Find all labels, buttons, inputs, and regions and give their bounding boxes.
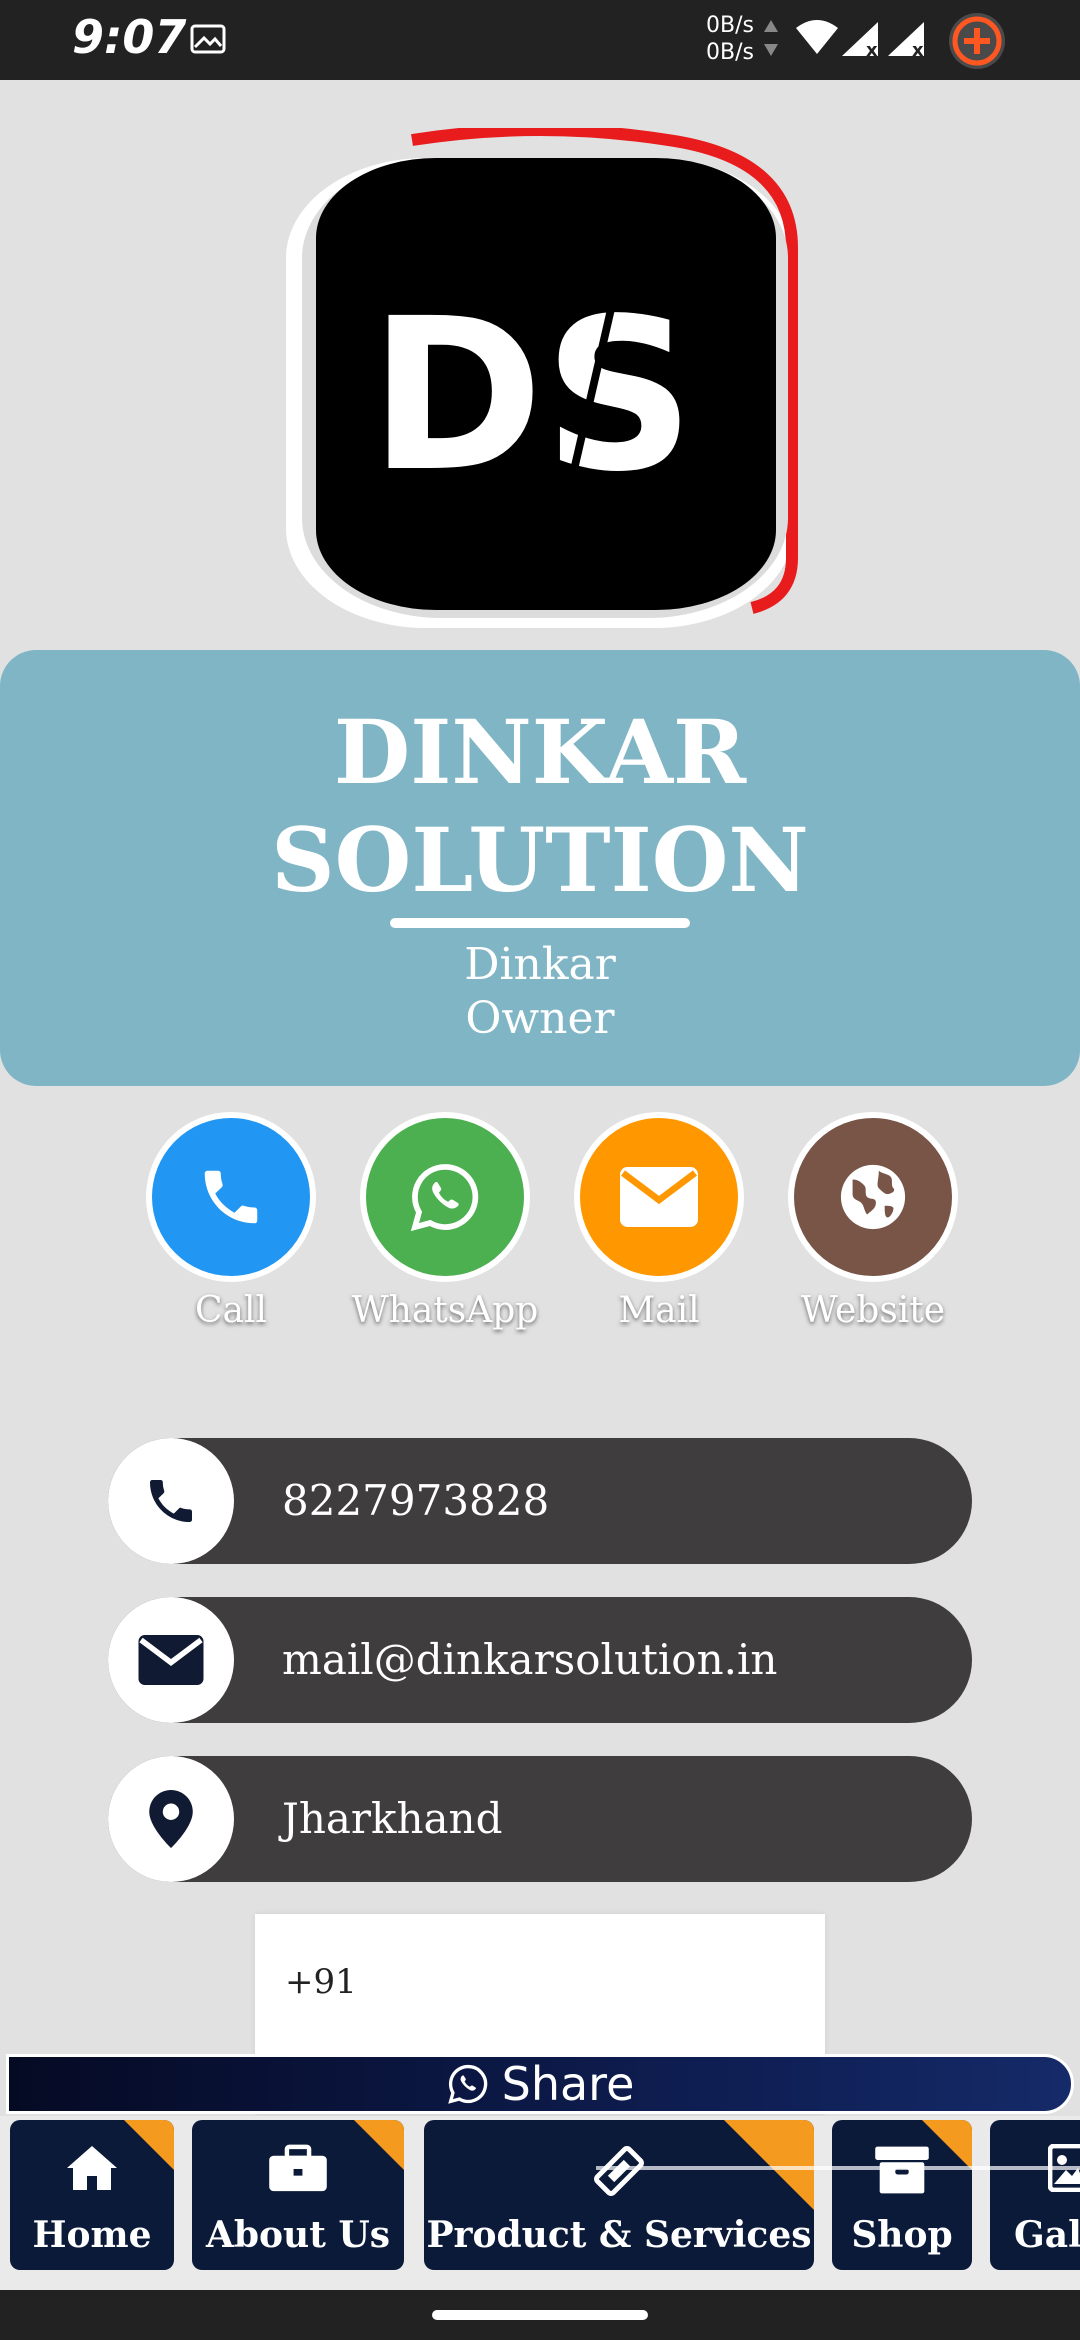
nav-product-services[interactable]: Product & Services <box>424 2120 814 2270</box>
whatsapp-action[interactable]: WhatsApp <box>352 1112 538 1352</box>
home-icon <box>10 2144 174 2192</box>
svg-text:x: x <box>912 40 924 58</box>
svg-text:x: x <box>866 40 878 58</box>
speed-down: 0B/s <box>706 40 754 65</box>
phone-icon[interactable] <box>146 1112 316 1282</box>
website-action[interactable]: Website <box>788 1112 958 1352</box>
contact-phone: 8227973828 <box>282 1476 550 1525</box>
nav-home[interactable]: Home <box>10 2120 174 2270</box>
briefcase-icon <box>192 2144 404 2194</box>
nav-shop[interactable]: Shop <box>832 2120 972 2270</box>
nav-about-us[interactable]: About Us <box>192 2120 404 2270</box>
bottom-nav: Home About Us Product & Services Shop Ga… <box>0 2116 1080 2290</box>
nav-home-label: Home <box>32 2214 152 2256</box>
company-name: DINKAR SOLUTION <box>0 698 1080 914</box>
country-code: +91 <box>285 1962 357 2002</box>
mail-label: Mail <box>618 1290 700 1331</box>
call-action[interactable]: Call <box>146 1112 316 1352</box>
contact-location: Jharkhand <box>282 1794 503 1843</box>
phone-icon <box>108 1438 234 1564</box>
screen-record-icon <box>946 10 1008 76</box>
contact-email-row[interactable]: mail@dinkarsolution.in <box>108 1597 972 1723</box>
company-name-line1: DINKAR <box>333 700 747 804</box>
nav-gallery-label: Gall <box>1014 2214 1080 2256</box>
box-icon <box>832 2144 972 2196</box>
mail-icon <box>108 1597 234 1723</box>
contact-location-row[interactable]: Jharkhand <box>108 1756 972 1882</box>
wifi-icon <box>794 18 840 60</box>
person-role: Owner <box>465 993 615 1044</box>
logo-text: DS <box>369 273 695 518</box>
image-icon <box>190 24 226 58</box>
home-gesture-bar[interactable] <box>432 2310 648 2320</box>
company-name-line2: SOLUTION <box>271 808 809 912</box>
status-bar: 9:07 0B/s 0B/s x x <box>0 0 1080 80</box>
contact-email: mail@dinkarsolution.in <box>282 1635 778 1684</box>
whatsapp-icon <box>447 2064 487 2104</box>
divider <box>390 918 690 928</box>
signal-icon: x <box>886 20 928 62</box>
nav-about-us-label: About Us <box>205 2214 391 2256</box>
ticket-icon <box>424 2144 814 2198</box>
share-button[interactable]: Share <box>6 2054 1074 2114</box>
signal-icon: x <box>840 20 882 62</box>
call-label: Call <box>194 1290 268 1331</box>
mail-action[interactable]: Mail <box>574 1112 744 1352</box>
whatsapp-icon[interactable] <box>360 1112 530 1282</box>
nav-gallery[interactable]: Gall <box>990 2120 1080 2270</box>
whatsapp-label: WhatsApp <box>351 1290 539 1331</box>
network-speed: 0B/s 0B/s <box>706 12 754 66</box>
share-label: Share <box>501 2057 635 2111</box>
data-arrows-icon <box>762 18 780 62</box>
profile-card: DINKAR SOLUTION Dinkar Owner <box>0 650 1080 1086</box>
speed-up: 0B/s <box>706 13 754 38</box>
mail-icon[interactable] <box>574 1112 744 1282</box>
system-nav-bar <box>0 2290 1080 2340</box>
globe-icon[interactable] <box>788 1112 958 1282</box>
contact-phone-row[interactable]: 8227973828 <box>108 1438 972 1564</box>
company-logo: DS <box>282 128 798 642</box>
nav-shop-label: Shop <box>851 2214 953 2256</box>
nav-scroll-indicator <box>596 2166 1080 2170</box>
website-label: Website <box>800 1290 946 1331</box>
person-name: Dinkar <box>464 939 616 990</box>
nav-product-services-label: Product & Services <box>426 2214 812 2256</box>
location-pin-icon <box>108 1756 234 1882</box>
status-time: 9:07 <box>72 10 187 64</box>
